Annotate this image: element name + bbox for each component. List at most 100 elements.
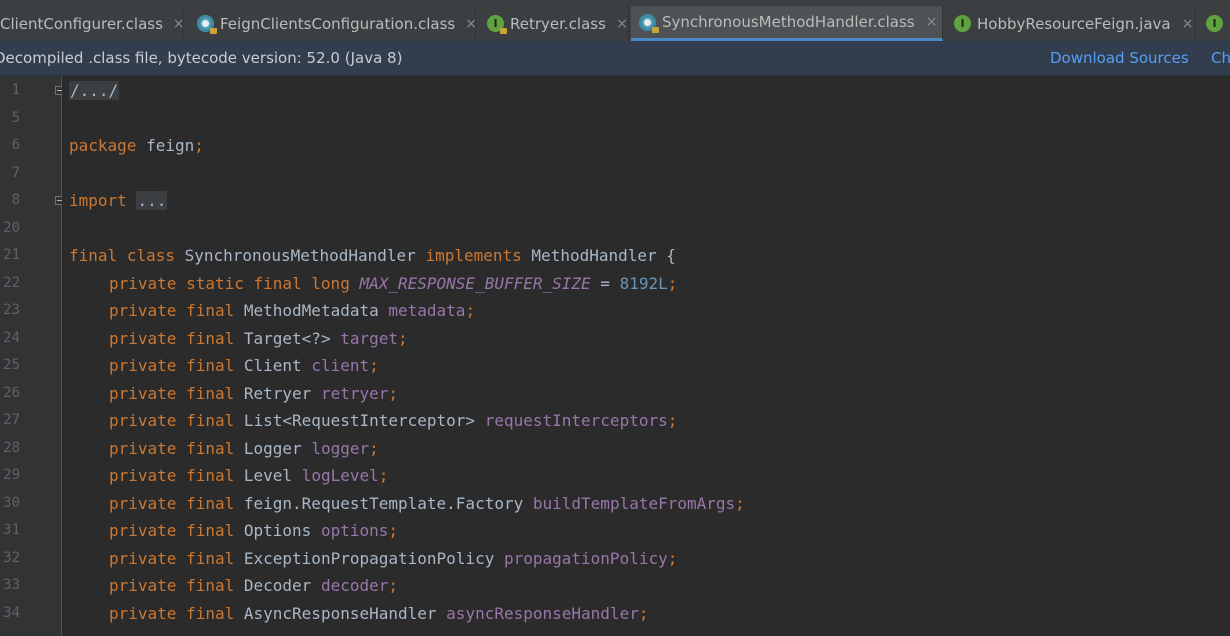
lock-icon: [652, 26, 659, 33]
code-line: final class SynchronousMethodHandler imp…: [69, 242, 676, 270]
line-number: 5: [11, 109, 20, 126]
operator: =: [590, 273, 620, 293]
tab-label: Retryer.class: [510, 14, 606, 33]
semicolon: ;: [194, 136, 204, 155]
semicolon: ;: [465, 301, 476, 320]
number: 8192L: [619, 273, 668, 293]
close-icon[interactable]: ×: [173, 16, 185, 32]
line-number: 21: [3, 247, 20, 263]
field-line: private final Decoder decoder;: [109, 572, 398, 600]
interface-name: MethodHandler: [531, 246, 657, 265]
tab-overflow[interactable]: [1198, 6, 1230, 41]
field-line: private final Retryer retryer;: [109, 380, 398, 408]
modifiers: private final: [109, 411, 235, 430]
field-name: logger: [311, 438, 370, 458]
modifiers: private final: [109, 521, 235, 540]
close-icon[interactable]: ×: [1181, 16, 1195, 32]
semicolon: ;: [388, 576, 399, 595]
field-name: buildTemplateFromArgs: [532, 493, 736, 513]
field-line: private final ExceptionPropagationPolicy…: [109, 545, 677, 573]
semicolon: ;: [369, 356, 379, 375]
field-line: private final MethodMetadata metadata;: [109, 297, 475, 325]
line-number: 23: [3, 302, 20, 318]
download-sources-link[interactable]: Download Sources: [1050, 49, 1189, 67]
field-name: decoder: [320, 576, 389, 595]
modifiers: private final: [109, 438, 235, 458]
tab-label: ClientConfigurer.class: [0, 14, 163, 33]
modifiers: private final: [109, 383, 235, 403]
close-icon[interactable]: ×: [465, 16, 477, 32]
code-editor[interactable]: /.../ package feign; import ... final cl…: [62, 76, 1230, 636]
field-line: private final Target<?> target;: [109, 325, 408, 353]
tab-feign-clients-configuration[interactable]: FeignClientsConfiguration.class ×: [189, 6, 477, 41]
choose-sources-link[interactable]: Ch: [1211, 49, 1230, 67]
line-number: 34: [3, 604, 20, 621]
close-icon[interactable]: ×: [925, 14, 939, 30]
field-type: Retryer: [243, 383, 312, 403]
modifiers: private final: [109, 493, 235, 513]
line-number: 22: [3, 274, 20, 291]
decompiled-info-bar: Decompiled .class file, bytecode version…: [0, 41, 1230, 76]
line-number: 27: [3, 412, 20, 428]
tab-hobby-resource-feign[interactable]: HobbyResourceFeign.java ×: [946, 6, 1196, 41]
interface-icon: [487, 15, 507, 34]
modifiers: private final: [109, 466, 235, 485]
field-name: logLevel: [301, 466, 379, 485]
code-line: package feign;: [69, 132, 204, 160]
semicolon: ;: [378, 466, 389, 485]
line-number: 31: [3, 522, 20, 538]
line-number: 26: [3, 384, 20, 401]
brace: {: [666, 246, 676, 265]
package-name: feign: [136, 136, 195, 155]
field-type: ExceptionPropagationPolicy: [243, 548, 495, 568]
semicolon: ;: [398, 328, 408, 348]
semicolon: ;: [369, 438, 379, 458]
line-number: 29: [3, 467, 20, 483]
line-number: 7: [11, 164, 20, 181]
keyword: final: [69, 246, 118, 265]
field-name: retryer: [320, 383, 389, 403]
semicolon: ;: [388, 383, 399, 403]
keyword: class: [126, 246, 175, 265]
decompiled-message: Decompiled .class file, bytecode version…: [0, 49, 403, 67]
keyword: implements: [425, 246, 522, 265]
code-line: import ...: [69, 187, 168, 215]
tab-retryer[interactable]: Retryer.class ×: [479, 6, 629, 41]
field-name: metadata: [388, 301, 466, 320]
tab-client-configurer[interactable]: ClientConfigurer.class ×: [0, 6, 185, 41]
folded-imports[interactable]: ...: [136, 191, 168, 210]
semicolon: ;: [667, 548, 678, 568]
tab-synchronous-method-handler[interactable]: SynchronousMethodHandler.class ×: [631, 6, 943, 41]
line-number: 6: [11, 137, 20, 153]
field-name: propagationPolicy: [503, 548, 668, 568]
modifiers: private final: [109, 301, 235, 320]
line-number: 30: [3, 494, 20, 511]
field-name: asyncResponseHandler: [446, 603, 639, 623]
folded-header[interactable]: /.../: [69, 81, 120, 100]
tab-label: SynchronousMethodHandler.class: [662, 13, 915, 31]
field-type: feign.RequestTemplate.Factory: [243, 493, 524, 513]
class-icon: [197, 15, 217, 34]
close-icon[interactable]: ×: [616, 16, 628, 32]
interface-icon: [954, 15, 971, 32]
tab-label: FeignClientsConfiguration.class: [220, 14, 456, 33]
line-number-gutter[interactable]: 1 5 6 7 8 20 21 22 23 24 25 26 27 28 29 …: [0, 76, 64, 636]
semicolon: ;: [667, 273, 678, 293]
keyword: import: [69, 191, 127, 210]
class-name: SynchronousMethodHandler: [184, 246, 416, 265]
field-name: requestInterceptors: [484, 411, 668, 430]
semicolon: ;: [667, 411, 678, 430]
field-line: private final AsyncResponseHandler async…: [109, 600, 648, 628]
constant-name: MAX_RESPONSE_BUFFER_SIZE: [359, 273, 591, 293]
field-type: Decoder: [243, 576, 312, 595]
field-line: private final Logger logger;: [109, 435, 379, 463]
field-line: private final feign.RequestTemplate.Fact…: [109, 490, 745, 518]
code-line: /.../: [69, 77, 120, 105]
field-name: target: [340, 328, 399, 348]
editor-tab-bar: ClientConfigurer.class × FeignClientsCon…: [0, 0, 1230, 42]
field-type: Logger: [243, 438, 302, 458]
field-line: private final Client client;: [109, 352, 379, 380]
lock-icon: [210, 28, 217, 34]
semicolon: ;: [638, 603, 649, 623]
field-line: private final Options options;: [109, 517, 398, 545]
